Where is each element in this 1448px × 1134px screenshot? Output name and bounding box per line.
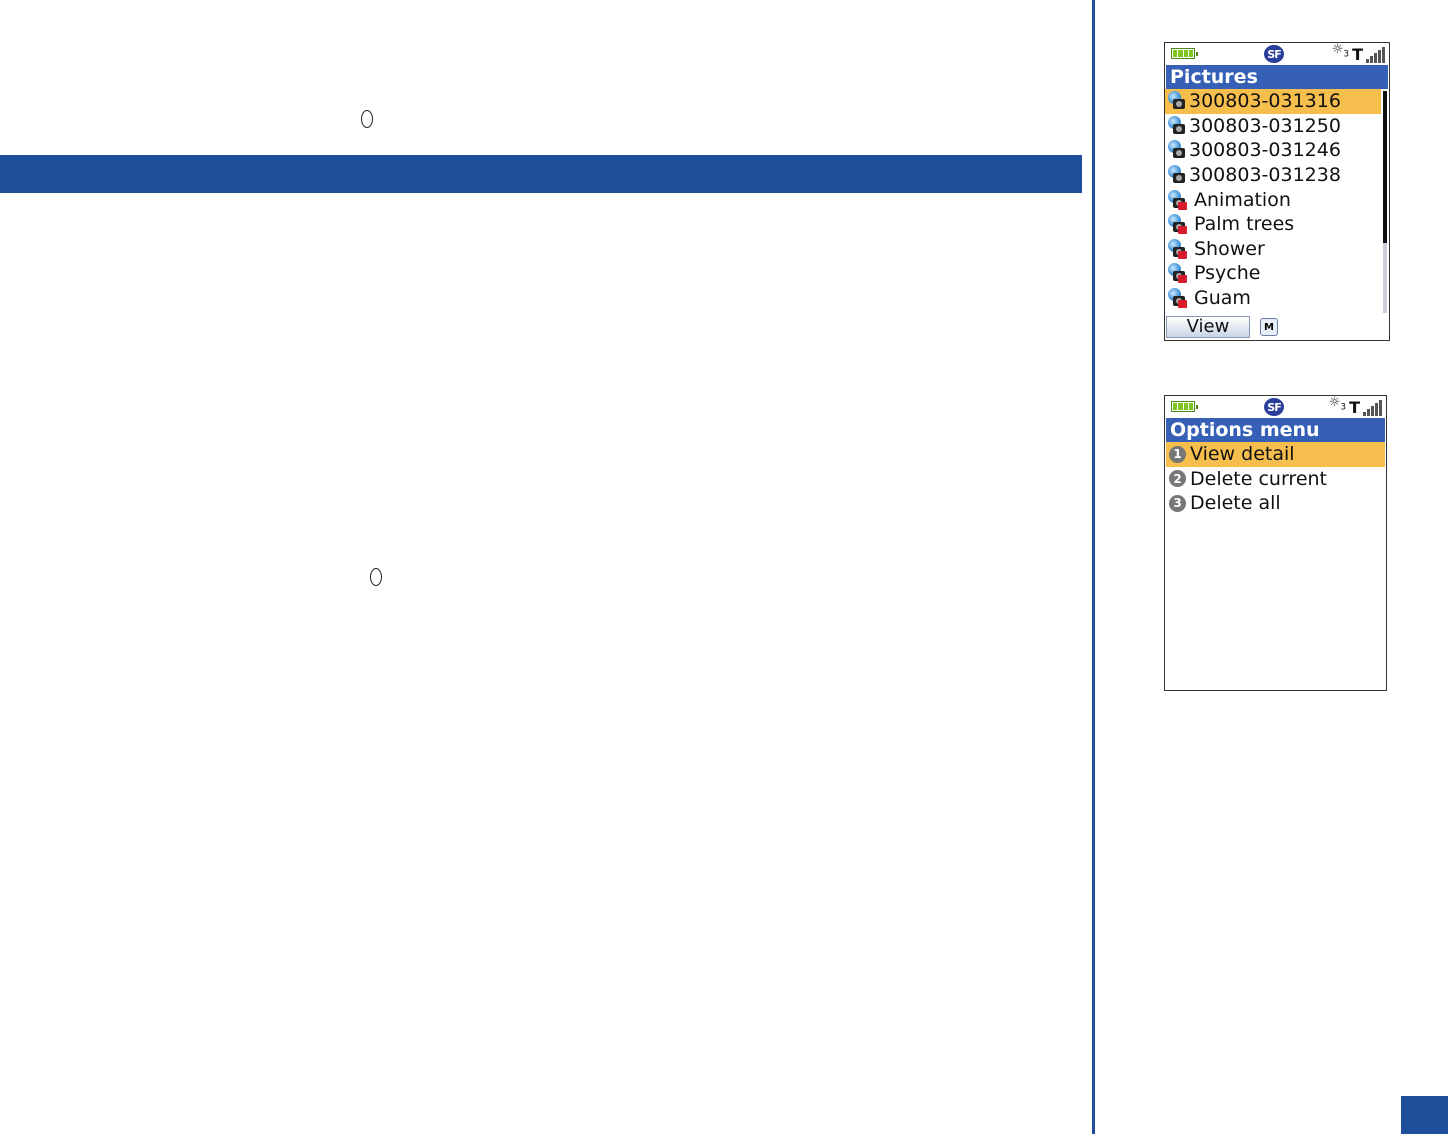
options-list: 1 View detail 2 Delete current 3 Delete all bbox=[1165, 442, 1386, 516]
picture-list-item[interactable]: Animation bbox=[1165, 187, 1381, 212]
circle-marker-top bbox=[361, 110, 373, 128]
camera-picture-icon bbox=[1168, 165, 1188, 185]
picture-label: Psyche bbox=[1194, 262, 1261, 285]
screen-title: Pictures bbox=[1166, 65, 1388, 89]
screen-title: Options menu bbox=[1166, 418, 1385, 442]
pictures-list: 300803-031316 300803-031250 300803-031246 3… bbox=[1165, 89, 1381, 310]
picture-label: 300803-031250 bbox=[1189, 114, 1341, 137]
signal-strength-icon bbox=[1363, 400, 1382, 416]
locked-picture-icon bbox=[1168, 238, 1188, 259]
battery-icon bbox=[1171, 401, 1198, 412]
call-icon: T bbox=[1352, 45, 1363, 64]
status-icons: ☼3 T bbox=[1331, 42, 1385, 64]
menu-key-icon[interactable]: M bbox=[1260, 318, 1278, 336]
picture-label: Guam bbox=[1194, 287, 1251, 310]
signal-strength-icon bbox=[1366, 47, 1385, 63]
scrollbar[interactable] bbox=[1383, 91, 1387, 313]
option-label: Delete current bbox=[1190, 467, 1328, 490]
vertical-divider bbox=[1092, 0, 1095, 1134]
camera-picture-icon bbox=[1168, 91, 1188, 111]
page-corner-tab bbox=[1401, 1096, 1448, 1134]
view-softkey[interactable]: View bbox=[1166, 316, 1250, 338]
option-item[interactable]: 1 View detail bbox=[1166, 442, 1385, 467]
number-3-icon: 3 bbox=[1169, 494, 1186, 512]
option-item[interactable]: 3 Delete all bbox=[1166, 491, 1385, 516]
number-2-icon: 2 bbox=[1169, 470, 1186, 488]
picture-label: 300803-031238 bbox=[1189, 164, 1341, 187]
section-header-band bbox=[0, 155, 1082, 193]
picture-list-item[interactable]: 300803-031238 bbox=[1165, 163, 1381, 188]
option-item[interactable]: 2 Delete current bbox=[1166, 467, 1385, 492]
phone-screen-options-menu: SF ☼3 T Options menu 1 View detail 2 Delete… bbox=[1164, 395, 1387, 691]
picture-list-item[interactable]: Palm trees bbox=[1165, 212, 1381, 237]
locked-picture-icon bbox=[1168, 288, 1188, 309]
picture-list-item[interactable]: Shower bbox=[1165, 237, 1381, 262]
status-bar: SF ☼3 T bbox=[1165, 43, 1389, 65]
number-1-icon: 1 bbox=[1169, 445, 1186, 463]
circle-marker-middle bbox=[370, 568, 382, 586]
picture-list-item[interactable]: 300803-031246 bbox=[1165, 138, 1381, 163]
locked-picture-icon bbox=[1168, 263, 1188, 284]
picture-label: 300803-031316 bbox=[1189, 90, 1341, 113]
status-icons: ☼3 T bbox=[1328, 395, 1382, 417]
option-label: Delete all bbox=[1190, 492, 1281, 515]
battery-icon bbox=[1171, 48, 1198, 59]
picture-list-item[interactable]: 300803-031316 bbox=[1165, 89, 1381, 114]
phone-screen-pictures: SF ☼3 T Pictures 300803-031316 300803-031… bbox=[1164, 42, 1390, 341]
camera-picture-icon bbox=[1168, 140, 1188, 160]
picture-label: Animation bbox=[1194, 188, 1291, 211]
brightness-icon: ☼3 bbox=[1331, 42, 1350, 60]
picture-list-item[interactable]: Psyche bbox=[1165, 261, 1381, 286]
locked-picture-icon bbox=[1168, 189, 1188, 210]
operator-logo: SF bbox=[1264, 398, 1284, 416]
picture-label: Shower bbox=[1194, 237, 1265, 260]
operator-logo: SF bbox=[1264, 45, 1284, 63]
scrollbar-thumb[interactable] bbox=[1383, 91, 1387, 243]
status-bar: SF ☼3 T bbox=[1165, 396, 1386, 418]
picture-label: 300803-031246 bbox=[1189, 139, 1341, 162]
locked-picture-icon bbox=[1168, 214, 1188, 235]
option-label: View detail bbox=[1190, 443, 1295, 466]
call-icon: T bbox=[1349, 398, 1360, 417]
brightness-icon: ☼3 bbox=[1328, 395, 1347, 413]
softkey-bar: View M bbox=[1165, 314, 1389, 340]
picture-list-item[interactable]: 300803-031250 bbox=[1165, 114, 1381, 139]
camera-picture-icon bbox=[1168, 115, 1188, 136]
picture-list-item[interactable]: Guam bbox=[1165, 286, 1381, 311]
picture-label: Palm trees bbox=[1194, 213, 1295, 236]
